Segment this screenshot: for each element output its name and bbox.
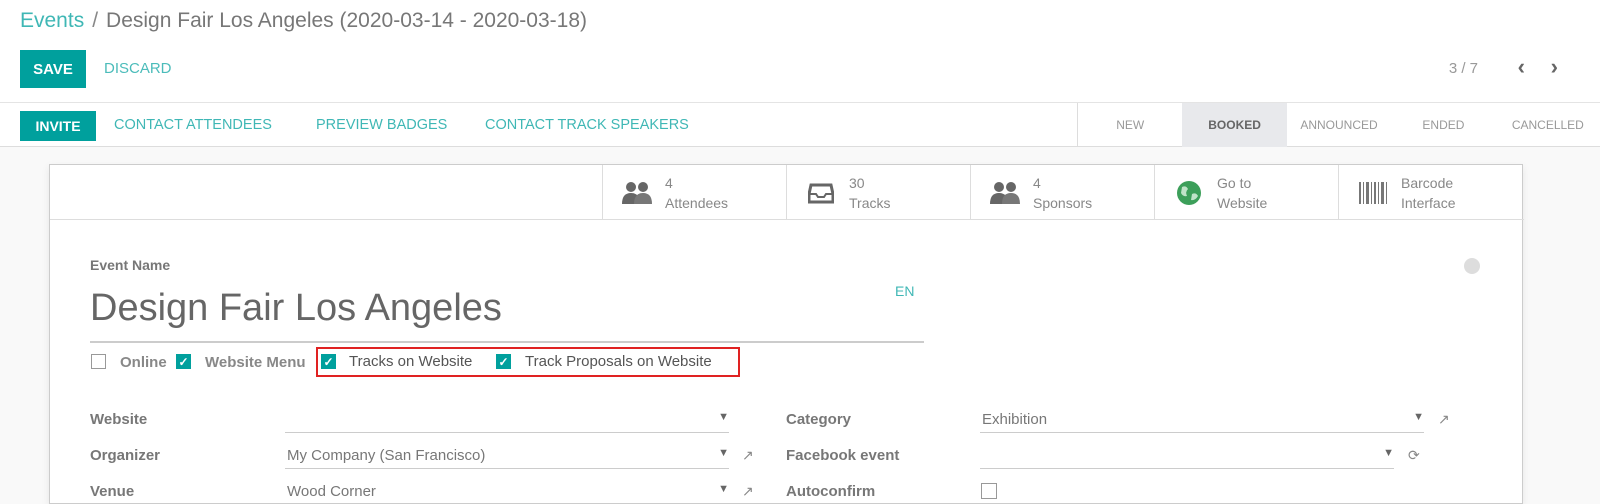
autoconfirm-field-label: Autoconfirm [786,483,876,500]
venue-value: Wood Corner [287,483,376,500]
facebook-event-field-label: Facebook event [786,447,900,464]
users-icon [621,177,653,209]
stat-button-box: 4 Attendees 30 Tracks 4 Sponsors Go to Websi… [50,165,1524,220]
venue-field-label: Venue [90,483,135,500]
autoconfirm-checkbox[interactable] [981,483,997,499]
chevron-right-icon[interactable]: › [1551,54,1558,80]
refresh-icon[interactable]: ⟳ [1408,447,1420,464]
stage-booked[interactable]: BOOKED [1182,103,1287,147]
barcode-interface-button[interactable]: Barcode Interface [1338,165,1522,220]
preview-badges-button[interactable]: PREVIEW BADGES [316,117,447,133]
tracks-stat-button[interactable]: 30 Tracks [786,165,970,220]
save-button[interactable]: SAVE [20,50,86,88]
chevron-left-icon[interactable]: ‹ [1518,54,1525,80]
website-menu-checkbox[interactable]: ✓ [176,354,191,369]
tracks-on-website-checkbox[interactable]: ✓ [321,354,336,369]
category-value: Exhibition [982,411,1048,428]
check-icon: ✓ [498,354,509,369]
status-bar: INVITE CONTACT ATTENDEES PREVIEW BADGES … [0,103,1600,147]
category-field-label: Category [786,411,852,428]
organizer-field-label: Organizer [90,447,161,464]
language-button[interactable]: EN [895,283,914,299]
tracks-count: 30 [849,174,865,191]
globe-icon [1173,177,1205,209]
tracks-on-website-label: Tracks on Website [349,353,473,370]
contact-attendees-button[interactable]: CONTACT ATTENDEES [114,117,272,133]
external-link-icon[interactable]: ↗ [742,483,754,500]
check-icon: ✓ [178,354,189,369]
stage-bar: NEW BOOKED ANNOUNCED ENDED CANCELLED [1077,103,1600,147]
inbox-icon [805,177,837,209]
online-label: Online [120,354,167,371]
caret-down-icon: ▼ [718,483,729,495]
category-select[interactable]: Exhibition ▼ [980,411,1424,433]
breadcrumb-events-link[interactable]: Events [20,9,84,32]
contact-track-speakers-button[interactable]: CONTACT TRACK SPEAKERS [485,117,689,133]
website-select[interactable]: ▼ [285,411,729,433]
stage-new[interactable]: NEW [1078,103,1182,147]
breadcrumb-current: Design Fair Los Angeles (2020-03-14 - 20… [106,9,587,32]
website-field-label: Website [90,411,148,428]
sponsors-stat-button[interactable]: 4 Sponsors [970,165,1154,220]
pager-value[interactable]: 3 / 7 [1449,60,1478,77]
attendees-count: 4 [665,174,673,191]
interface-label: Interface [1401,194,1456,211]
caret-down-icon: ▼ [1413,411,1424,423]
external-link-icon[interactable]: ↗ [742,447,754,464]
breadcrumb: Events / Design Fair Los Angeles (2020-03-… [20,9,587,33]
venue-select[interactable]: Wood Corner ▼ [285,483,729,504]
event-name-input[interactable]: Design Fair Los Angeles [90,285,924,343]
invite-button[interactable]: INVITE [20,111,96,141]
status-dot [1464,258,1480,274]
online-checkbox[interactable] [91,354,106,369]
caret-down-icon: ▼ [718,411,729,423]
caret-down-icon: ▼ [1383,447,1394,459]
track-proposals-label: Track Proposals on Website [525,353,712,370]
barcode-icon [1357,177,1389,209]
organizer-select[interactable]: My Company (San Francisco) ▼ [285,447,729,469]
sponsors-count: 4 [1033,174,1041,191]
stage-announced[interactable]: ANNOUNCED [1287,103,1391,147]
event-name-label: Event Name [90,257,171,273]
users-icon [989,177,1021,209]
facebook-event-select[interactable]: ▼ [980,447,1394,469]
website-label: Website [1217,194,1268,211]
stage-cancelled[interactable]: CANCELLED [1496,103,1600,147]
stage-ended[interactable]: ENDED [1391,103,1495,147]
discard-button[interactable]: DISCARD [104,60,172,77]
caret-down-icon: ▼ [718,447,729,459]
tracks-label: Tracks [849,194,891,211]
track-proposals-checkbox[interactable]: ✓ [496,354,511,369]
external-link-icon[interactable]: ↗ [1438,411,1450,428]
attendees-label: Attendees [665,194,729,211]
go-to-website-button[interactable]: Go to Website [1154,165,1338,220]
go-to-label: Go to [1217,174,1252,191]
attendees-stat-button[interactable]: 4 Attendees [602,165,786,220]
check-icon: ✓ [323,354,334,369]
barcode-label: Barcode [1401,174,1454,191]
breadcrumb-separator: / [92,9,99,32]
control-panel: Events / Design Fair Los Angeles (2020-03-… [0,0,1600,103]
sponsors-label: Sponsors [1033,194,1093,211]
organizer-value: My Company (San Francisco) [287,447,486,464]
form-sheet: 4 Attendees 30 Tracks 4 Sponsors Go to Websi… [49,164,1524,504]
website-menu-label: Website Menu [205,354,306,371]
